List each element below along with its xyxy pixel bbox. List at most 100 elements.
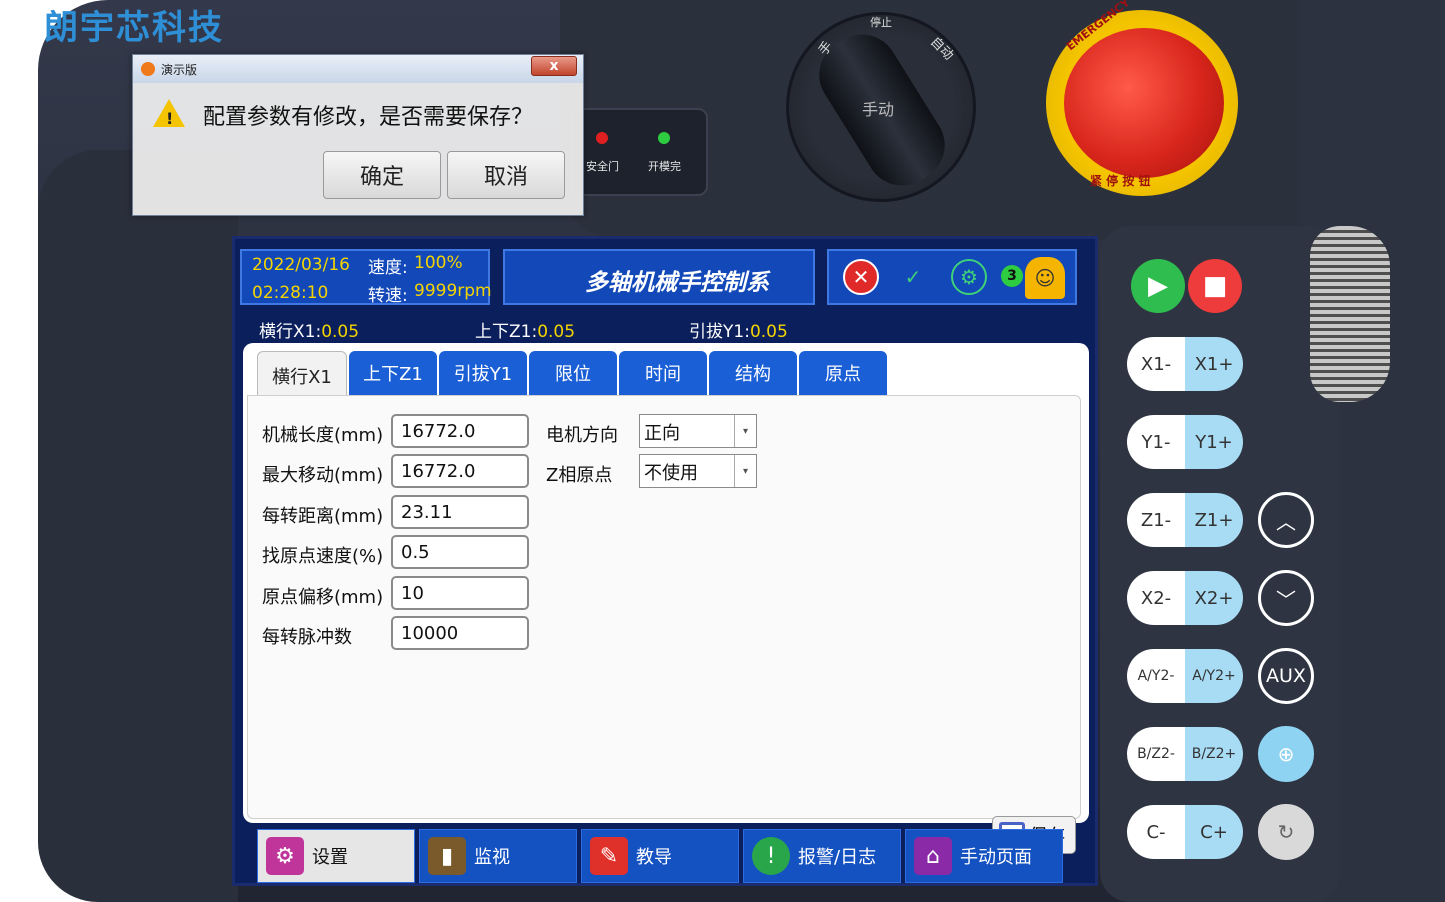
tab-time[interactable]: 时间 bbox=[619, 351, 707, 395]
datetime-box: 2022/03/16 02:28:10 速度: 100% 转速: 9999rpm bbox=[240, 249, 492, 306]
jog-y1-plus[interactable]: Y1+ bbox=[1185, 415, 1243, 469]
jog-x1[interactable]: X1- X1+ bbox=[1127, 337, 1243, 391]
dialog-title: 演示版 bbox=[161, 63, 198, 77]
dialog-close-button[interactable]: x bbox=[531, 56, 577, 76]
mech-length-input[interactable] bbox=[391, 414, 529, 448]
select-label-z-origin: Z相原点 bbox=[546, 465, 613, 486]
jog-z1-plus[interactable]: Z1+ bbox=[1185, 493, 1243, 547]
status-z1: 上下Z1:0.05 bbox=[475, 317, 575, 342]
tab-structure[interactable]: 结构 bbox=[709, 351, 797, 395]
jog-z1-minus[interactable]: Z1- bbox=[1127, 493, 1185, 547]
home-speed-input[interactable] bbox=[391, 535, 529, 569]
nav-manual-page[interactable]: ⌂ 手动页面 bbox=[905, 829, 1063, 883]
monitor-icon: ▮ bbox=[428, 837, 466, 875]
knob-label-stop: 停止 bbox=[870, 16, 892, 29]
max-move-input[interactable] bbox=[391, 454, 529, 488]
pulses-per-rev-input[interactable] bbox=[391, 616, 529, 650]
jog-ay2[interactable]: A/Y2- A/Y2+ bbox=[1127, 649, 1243, 703]
monitor-check-icon[interactable]: ✓ bbox=[895, 259, 931, 295]
estop-bottom-text: 紧 停 按 钮 bbox=[1090, 174, 1151, 188]
target-button[interactable]: ⊕ bbox=[1258, 726, 1314, 782]
nav-teach[interactable]: ✎ 教导 bbox=[581, 829, 739, 883]
tab-z1[interactable]: 上下Z1 bbox=[349, 351, 437, 395]
jog-y1[interactable]: Y1- Y1+ bbox=[1127, 415, 1243, 469]
speed-value: 100% bbox=[414, 253, 463, 273]
nav-settings[interactable]: ⚙ 设置 bbox=[257, 829, 415, 883]
stop-button[interactable]: ■ bbox=[1188, 259, 1242, 313]
jog-ay2-plus[interactable]: A/Y2+ bbox=[1185, 649, 1243, 703]
status-y1-value: 0.05 bbox=[749, 322, 788, 342]
home-offset-input[interactable] bbox=[391, 576, 529, 610]
nav-monitor-label: 监视 bbox=[474, 847, 510, 868]
select-label-motor-dir: 电机方向 bbox=[546, 425, 618, 446]
up-arrow-button[interactable]: ︿ bbox=[1258, 492, 1314, 548]
hmi-screen: 2022/03/16 02:28:10 速度: 100% 转速: 9999rpm… bbox=[232, 236, 1098, 886]
jog-x2-plus[interactable]: X2+ bbox=[1185, 571, 1243, 625]
chevron-down-icon: ▾ bbox=[734, 455, 756, 487]
jog-c[interactable]: C- C+ bbox=[1127, 805, 1243, 859]
tab-x1[interactable]: 横行X1 bbox=[257, 351, 347, 399]
alarm-count-badge: 3 bbox=[1001, 265, 1023, 287]
axis-form: 机械长度(mm) 最大移动(mm) 每转距离(mm) 找原点速度(%) 原点偏移… bbox=[247, 395, 1081, 854]
tab-y1[interactable]: 引拔Y1 bbox=[439, 351, 527, 395]
crosshair-icon: ⊕ bbox=[1277, 742, 1295, 766]
nav-teach-label: 教导 bbox=[636, 847, 672, 868]
emergency-stop-button[interactable] bbox=[1064, 28, 1224, 178]
jog-x1-plus[interactable]: X1+ bbox=[1185, 337, 1243, 391]
jog-bz2-plus[interactable]: B/Z2+ bbox=[1185, 727, 1243, 781]
chevron-up-icon: ︿ bbox=[1276, 509, 1296, 534]
nav-manual-label: 手动页面 bbox=[960, 847, 1032, 868]
gear-signal-icon[interactable]: ⚙ bbox=[951, 259, 987, 295]
pendant-left-grip bbox=[38, 150, 238, 902]
mold-open-label: 开模完 bbox=[648, 160, 681, 173]
z-origin-select[interactable]: 不使用 ▾ bbox=[639, 454, 757, 488]
jog-c-minus[interactable]: C- bbox=[1127, 805, 1185, 859]
mold-open-led bbox=[658, 132, 670, 144]
safety-door-label: 安全门 bbox=[586, 160, 619, 173]
time-text: 02:28:10 bbox=[252, 283, 329, 303]
field-label-mech-length: 机械长度(mm) bbox=[262, 425, 384, 446]
down-arrow-button[interactable]: ﹀ bbox=[1258, 570, 1314, 626]
app-logo-icon bbox=[141, 62, 155, 76]
field-label-pulses-per-rev: 每转脉冲数 bbox=[262, 627, 352, 648]
cancel-button[interactable]: 取消 bbox=[447, 151, 565, 199]
operator-avatar-icon[interactable]: ☺ bbox=[1025, 257, 1065, 299]
jog-ay2-minus[interactable]: A/Y2- bbox=[1127, 649, 1185, 703]
rpm-value: 9999rpm bbox=[414, 281, 492, 301]
nav-alarm-log[interactable]: ! 报警/日志 bbox=[743, 829, 901, 883]
rotate-button[interactable]: ↻ bbox=[1258, 804, 1314, 860]
jog-bz2[interactable]: B/Z2- B/Z2+ bbox=[1127, 727, 1243, 781]
aux-button[interactable]: AUX bbox=[1258, 648, 1314, 704]
field-label-dist-per-rev: 每转距离(mm) bbox=[262, 506, 384, 527]
jog-y1-minus[interactable]: Y1- bbox=[1127, 415, 1185, 469]
jog-z1[interactable]: Z1- Z1+ bbox=[1127, 493, 1243, 547]
speed-label: 速度: bbox=[368, 258, 408, 278]
nav-monitor[interactable]: ▮ 监视 bbox=[419, 829, 577, 883]
rpm-label: 转速: bbox=[368, 286, 408, 306]
ok-button[interactable]: 确定 bbox=[323, 151, 441, 199]
error-close-icon[interactable]: ✕ bbox=[843, 259, 879, 295]
jog-x1-minus[interactable]: X1- bbox=[1127, 337, 1185, 391]
system-title: 多轴机械手控制系 bbox=[585, 270, 769, 296]
brand-title: 朗宇芯科技 bbox=[44, 8, 224, 48]
date-text: 2022/03/16 bbox=[252, 255, 350, 275]
jog-c-plus[interactable]: C+ bbox=[1185, 805, 1243, 859]
gear-icon: ⚙ bbox=[266, 837, 304, 875]
handwheel[interactable] bbox=[1310, 226, 1390, 402]
home-icon: ⌂ bbox=[914, 837, 952, 875]
jog-bz2-minus[interactable]: B/Z2- bbox=[1127, 727, 1185, 781]
motor-direction-select[interactable]: 正向 ▾ bbox=[639, 414, 757, 448]
start-button[interactable]: ▶ bbox=[1131, 259, 1185, 313]
bottom-nav: ⚙ 设置 ▮ 监视 ✎ 教导 ! 报警/日志 ⌂ 手动页面 bbox=[235, 829, 1095, 885]
chevron-down-icon: ﹀ bbox=[1276, 587, 1296, 612]
safety-door-led bbox=[596, 132, 608, 144]
jog-x2[interactable]: X2- X2+ bbox=[1127, 571, 1243, 625]
save-confirm-dialog: 演示版 x ! 配置参数有修改，是否需要保存？ 确定 取消 bbox=[132, 54, 584, 216]
alarm-icon: ! bbox=[752, 837, 790, 875]
jog-x2-minus[interactable]: X2- bbox=[1127, 571, 1185, 625]
dist-per-rev-input[interactable] bbox=[391, 495, 529, 529]
tab-limit[interactable]: 限位 bbox=[529, 351, 617, 395]
tab-origin[interactable]: 原点 bbox=[799, 351, 887, 395]
motor-direction-value: 正向 bbox=[644, 423, 680, 444]
field-label-home-speed: 找原点速度(%) bbox=[262, 546, 384, 567]
